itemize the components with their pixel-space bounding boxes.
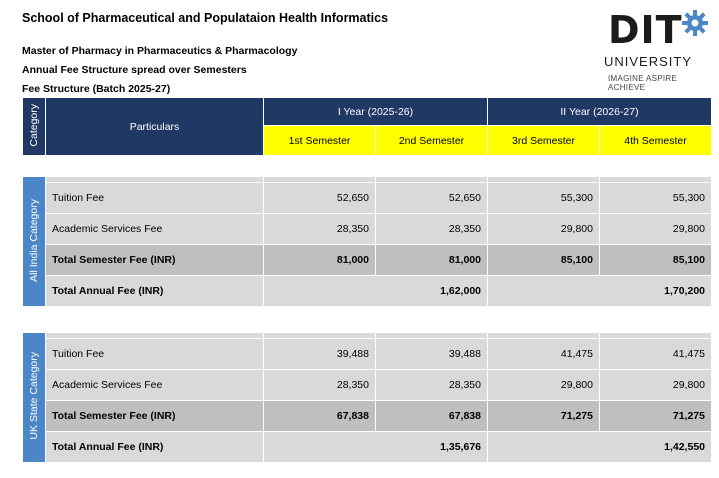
category-label: All India Category — [22, 176, 46, 307]
fee-value: 41,475 — [599, 338, 712, 370]
fee-value: 1,70,200 — [487, 275, 712, 307]
fee-value: 52,650 — [375, 182, 488, 214]
row-label: Total Semester Fee (INR) — [45, 244, 264, 276]
fee-value: 28,350 — [375, 369, 488, 401]
row-label: Tuition Fee — [45, 182, 264, 214]
fee-value: 29,800 — [487, 369, 600, 401]
table-row: Total Semester Fee (INR) 67,838 67,838 7… — [23, 400, 712, 432]
fee-value: 1,62,000 — [263, 275, 488, 307]
fee-value: 71,275 — [599, 400, 712, 432]
row-label: Total Semester Fee (INR) — [45, 400, 264, 432]
logo-wordmark: DIT — [608, 8, 683, 52]
table-row: Tuition Fee 39,488 39,488 41,475 41,475 — [23, 338, 712, 370]
category-label: UK State Category — [22, 332, 46, 463]
structure-title: Annual Fee Structure spread over Semeste… — [22, 64, 247, 76]
fee-value: 28,350 — [263, 369, 376, 401]
fee-value: 1,35,676 — [263, 431, 488, 463]
fee-value: 67,838 — [263, 400, 376, 432]
program-title: Master of Pharmacy in Pharmaceutics & Ph… — [22, 45, 298, 57]
fee-value: 41,475 — [487, 338, 600, 370]
fee-value: 29,800 — [599, 213, 712, 245]
fee-value: 29,800 — [487, 213, 600, 245]
fee-value: 81,000 — [375, 244, 488, 276]
semester-3-header: 3rd Semester — [487, 125, 600, 156]
logo-university: UNIVERSITY — [604, 54, 693, 69]
fee-value: 67,838 — [375, 400, 488, 432]
year1-header: I Year (2025-26) — [263, 97, 488, 126]
semester-4-header: 4th Semester — [598, 125, 713, 156]
table-row: Academic Services Fee 28,350 28,350 29,8… — [23, 213, 712, 245]
logo-tagline: IMAGINE ASPIRE ACHIEVE — [608, 74, 678, 92]
table-row: Total Annual Fee (INR) 1,35,676 1,42,550 — [23, 431, 712, 463]
fee-value: 28,350 — [375, 213, 488, 245]
batch-title: Fee Structure (Batch 2025-27) — [22, 83, 171, 95]
fee-value: 85,100 — [599, 244, 712, 276]
school-title: School of Pharmaceutical and Populataion… — [22, 11, 389, 25]
fee-value: 29,800 — [599, 369, 712, 401]
semester-2-header: 2nd Semester — [375, 125, 488, 156]
fee-value: 55,300 — [599, 182, 712, 214]
university-logo: DIT UNIVERSITY IMAGINE ASPIRE ACHIEVE — [598, 8, 714, 92]
gear-icon — [682, 10, 708, 36]
all-india-section: All India Category Tuition Fee 52,650 52… — [22, 176, 712, 307]
fee-value: 52,650 — [263, 182, 376, 214]
fee-value: 39,488 — [263, 338, 376, 370]
fee-value: 71,275 — [487, 400, 600, 432]
row-label: Total Annual Fee (INR) — [45, 275, 264, 307]
fee-value: 55,300 — [487, 182, 600, 214]
fee-value: 39,488 — [375, 338, 488, 370]
year2-header: II Year (2026-27) — [486, 97, 713, 126]
table-row: Tuition Fee 52,650 52,650 55,300 55,300 — [23, 182, 712, 214]
table-row: Total Semester Fee (INR) 81,000 81,000 8… — [23, 244, 712, 276]
row-label: Total Annual Fee (INR) — [45, 431, 264, 463]
row-label: Academic Services Fee — [45, 213, 264, 245]
semester-1-header: 1st Semester — [263, 125, 376, 156]
fee-value: 28,350 — [263, 213, 376, 245]
row-label: Tuition Fee — [45, 338, 264, 370]
header-table: Category Particulars I Year (2025-26) II… — [22, 97, 713, 156]
fee-value: 1,42,550 — [487, 431, 712, 463]
particulars-header: Particulars — [45, 97, 264, 156]
table-row: Academic Services Fee 28,350 28,350 29,8… — [23, 369, 712, 401]
table-row: Total Annual Fee (INR) 1,62,000 1,70,200 — [23, 275, 712, 307]
fee-value: 85,100 — [487, 244, 600, 276]
fee-value: 81,000 — [263, 244, 376, 276]
category-header: Category — [22, 97, 46, 156]
row-label: Academic Services Fee — [45, 369, 264, 401]
uk-state-section: UK State Category Tuition Fee 39,488 39,… — [22, 332, 712, 463]
